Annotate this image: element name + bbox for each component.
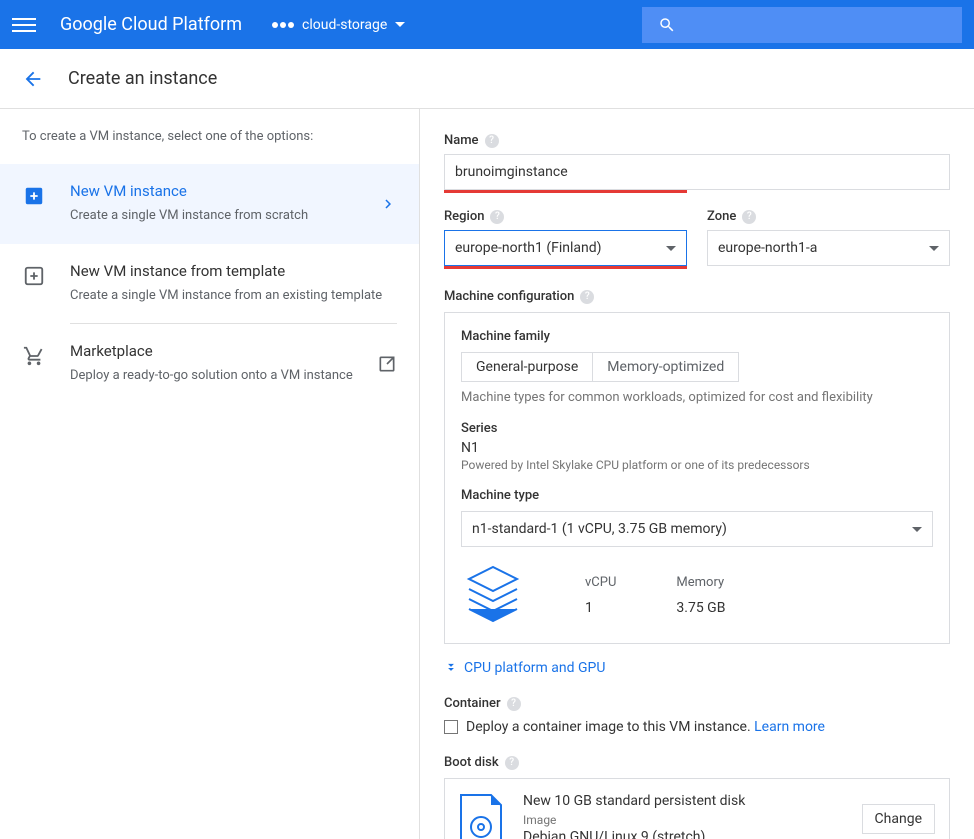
form-panel: Name? Region? europe-north1 (Finland) Zo… bbox=[420, 109, 974, 839]
option-sub: Create a single VM instance from scratch bbox=[70, 206, 355, 226]
cpu-platform-expand[interactable]: CPU platform and GPU bbox=[444, 660, 950, 676]
option-title: New VM instance bbox=[70, 182, 355, 200]
caret-down-icon bbox=[395, 22, 405, 27]
caret-down-icon bbox=[912, 527, 922, 532]
help-icon[interactable]: ? bbox=[505, 756, 519, 770]
bootdisk-card: New 10 GB standard persistent disk Image… bbox=[444, 778, 950, 839]
marketplace-icon bbox=[22, 344, 46, 368]
disk-icon bbox=[459, 793, 503, 839]
chevron-right-icon bbox=[379, 195, 397, 213]
option-sub: Create a single VM instance from an exis… bbox=[70, 286, 397, 306]
machine-family-label: Machine family bbox=[461, 329, 933, 344]
project-selector[interactable]: cloud-storage bbox=[272, 17, 405, 33]
name-input[interactable] bbox=[444, 154, 950, 190]
help-icon[interactable]: ? bbox=[580, 290, 594, 304]
brand-title: Google Cloud Platform bbox=[60, 14, 242, 35]
zone-select[interactable]: europe-north1-a bbox=[707, 230, 950, 266]
series-desc: Powered by Intel Skylake CPU platform or… bbox=[461, 458, 933, 472]
name-label: Name? bbox=[444, 133, 950, 148]
machine-config-label: Machine configuration? bbox=[444, 289, 950, 304]
caret-down-icon bbox=[929, 246, 939, 251]
bootdisk-title: New 10 GB standard persistent disk bbox=[523, 793, 842, 809]
help-icon[interactable]: ? bbox=[507, 697, 521, 711]
memory-value: 3.75 GB bbox=[676, 600, 725, 616]
change-button[interactable]: Change bbox=[862, 804, 935, 834]
region-label: Region? bbox=[444, 209, 687, 224]
machine-type-select[interactable]: n1-standard-1 (1 vCPU, 3.75 GB memory) bbox=[461, 511, 933, 547]
project-name: cloud-storage bbox=[302, 17, 387, 33]
top-bar: Google Cloud Platform cloud-storage bbox=[0, 0, 974, 49]
series-value: N1 bbox=[461, 440, 933, 456]
machine-type-label: Machine type bbox=[461, 488, 933, 503]
option-sub: Deploy a ready-to-go solution onto a VM … bbox=[70, 366, 353, 386]
machine-config-card: Machine family General-purpose Memory-op… bbox=[444, 312, 950, 644]
template-square-icon bbox=[22, 264, 46, 288]
tab-general-purpose[interactable]: General-purpose bbox=[462, 353, 593, 381]
plus-square-icon bbox=[22, 184, 46, 208]
bootdisk-label: Boot disk? bbox=[444, 755, 950, 770]
option-new-vm-template[interactable]: New VM instance from template Create a s… bbox=[0, 244, 419, 324]
bootdisk-image: Debian GNU/Linux 9 (stretch) bbox=[523, 829, 842, 839]
stack-icon bbox=[461, 563, 525, 627]
option-new-vm[interactable]: New VM instance Create a single VM insta… bbox=[0, 164, 419, 244]
container-text: Deploy a container image to this VM inst… bbox=[466, 719, 825, 735]
project-icon bbox=[272, 22, 294, 28]
container-checkbox[interactable] bbox=[444, 720, 458, 734]
option-title: Marketplace bbox=[70, 342, 353, 360]
tab-memory-optimized[interactable]: Memory-optimized bbox=[593, 353, 738, 381]
option-title: New VM instance from template bbox=[70, 262, 397, 280]
vcpu-value: 1 bbox=[585, 600, 616, 616]
option-marketplace[interactable]: Marketplace Deploy a ready-to-go solutio… bbox=[0, 324, 419, 404]
sidebar: To create a VM instance, select one of t… bbox=[0, 109, 420, 839]
caret-down-icon bbox=[666, 246, 676, 251]
vcpu-label: vCPU bbox=[585, 575, 616, 590]
family-desc: Machine types for common workloads, opti… bbox=[461, 390, 933, 405]
external-icon bbox=[377, 354, 397, 374]
region-select[interactable]: europe-north1 (Finland) bbox=[444, 230, 687, 266]
container-label: Container? bbox=[444, 696, 950, 711]
search-input[interactable] bbox=[642, 7, 962, 43]
family-tabs: General-purpose Memory-optimized bbox=[461, 352, 739, 382]
help-icon[interactable]: ? bbox=[742, 210, 756, 224]
zone-label: Zone? bbox=[707, 209, 950, 224]
memory-label: Memory bbox=[676, 575, 725, 590]
series-label: Series bbox=[461, 421, 933, 436]
menu-icon[interactable] bbox=[12, 14, 36, 36]
sidebar-intro: To create a VM instance, select one of t… bbox=[0, 129, 419, 164]
bootdisk-image-label: Image bbox=[523, 813, 842, 827]
sub-header: Create an instance bbox=[0, 49, 974, 109]
search-icon bbox=[658, 16, 676, 34]
learn-more-link[interactable]: Learn more bbox=[754, 719, 825, 735]
back-arrow-icon[interactable] bbox=[22, 68, 44, 90]
page-title: Create an instance bbox=[68, 68, 217, 89]
help-icon[interactable]: ? bbox=[490, 210, 504, 224]
double-chevron-down-icon bbox=[444, 661, 458, 675]
help-icon[interactable]: ? bbox=[485, 134, 499, 148]
